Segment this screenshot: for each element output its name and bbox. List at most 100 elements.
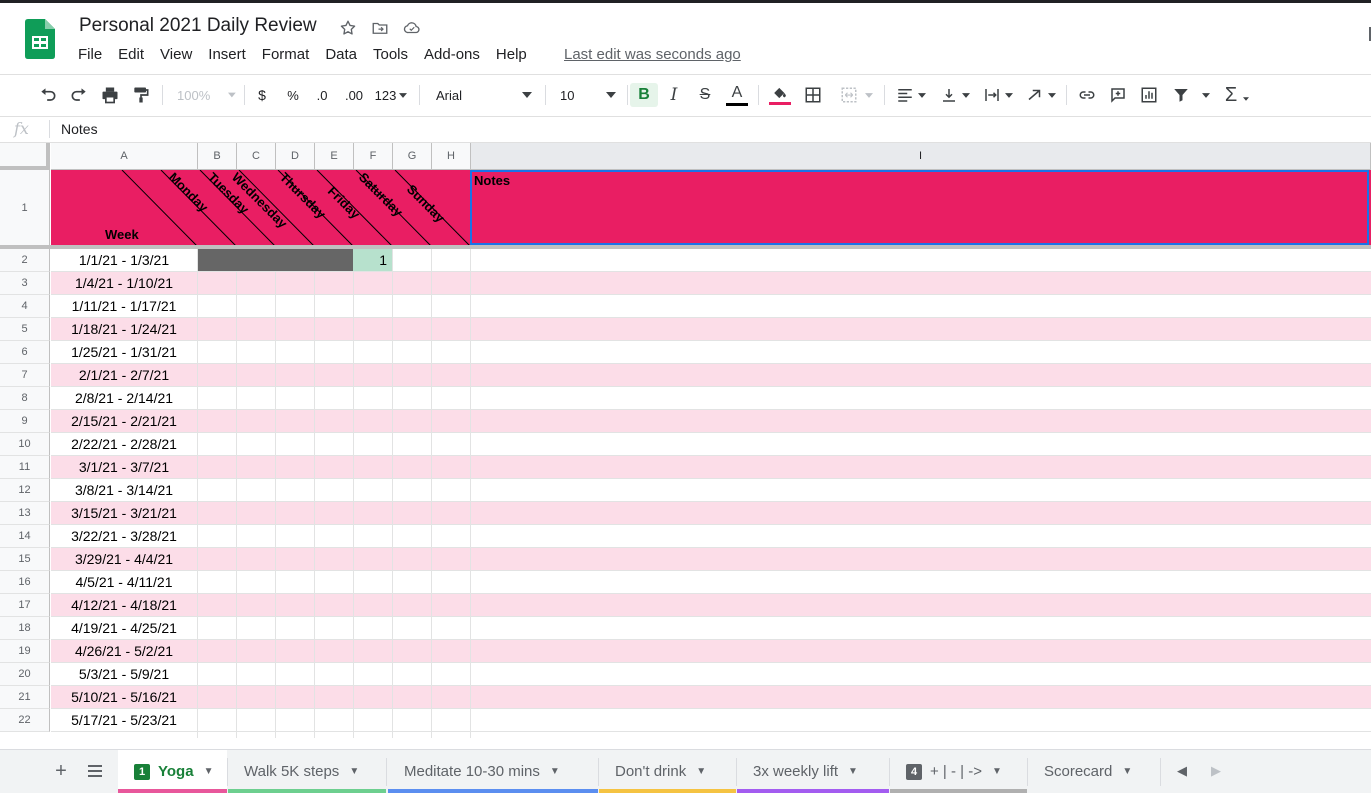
row-header[interactable]: 2	[0, 249, 50, 272]
week-cell[interactable]: 3/22/21 - 3/28/21	[51, 525, 197, 547]
menu-tools[interactable]: Tools	[373, 46, 408, 63]
table-row[interactable]: 1/4/21 - 1/10/21	[51, 272, 1371, 295]
week-cell[interactable]: 5/10/21 - 5/16/21	[51, 686, 197, 708]
row-header[interactable]: 7	[0, 364, 50, 387]
week-cell[interactable]: 2/22/21 - 2/28/21	[51, 433, 197, 455]
table-row[interactable]: 3/29/21 - 4/4/21	[51, 548, 1371, 571]
selected-cell-outline[interactable]	[470, 170, 1369, 245]
document-title[interactable]: Personal 2021 Daily Review	[79, 15, 317, 37]
column-header-e[interactable]: E	[315, 143, 354, 170]
zoom-select[interactable]: 100%	[170, 83, 236, 107]
week-cell[interactable]: 4/12/21 - 4/18/21	[51, 594, 197, 616]
chevron-down-icon[interactable]: ▼	[204, 766, 214, 777]
sheet-tab[interactable]: 4 + | - | -> ▼	[890, 750, 1027, 793]
strikethrough-button[interactable]: S	[693, 83, 717, 107]
week-cell[interactable]: 1/4/21 - 1/10/21	[51, 272, 197, 294]
menu-view[interactable]: View	[160, 46, 192, 63]
sheet-tab[interactable]: 3x weekly lift ▼	[737, 750, 889, 793]
sheet-tab[interactable]: Don't drink ▼	[599, 750, 736, 793]
borders-icon[interactable]	[801, 83, 825, 107]
row-header[interactable]: 11	[0, 456, 50, 479]
week-cell[interactable]: 4/5/21 - 4/11/21	[51, 571, 197, 593]
row-header[interactable]: 20	[0, 663, 50, 686]
week-cell[interactable]: 2/8/21 - 2/14/21	[51, 387, 197, 409]
table-row[interactable]: 1/11/21 - 1/17/21	[51, 295, 1371, 318]
row-header[interactable]: 10	[0, 433, 50, 456]
table-row[interactable]: 1/25/21 - 1/31/21	[51, 341, 1371, 364]
column-header-a[interactable]: A	[51, 143, 198, 170]
percent-button[interactable]: %	[283, 83, 303, 107]
table-row[interactable]: 4/5/21 - 4/11/21	[51, 571, 1371, 594]
week-cell[interactable]: 1/11/21 - 1/17/21	[51, 295, 197, 317]
week-cell[interactable]: 3/1/21 - 3/7/21	[51, 456, 197, 478]
increase-decimals-button[interactable]: .00	[340, 83, 368, 107]
row-header[interactable]: 12	[0, 479, 50, 502]
scroll-tabs-right-icon[interactable]: ▶	[1204, 760, 1228, 782]
row-header[interactable]: 21	[0, 686, 50, 709]
week-cell[interactable]: 1/18/21 - 1/24/21	[51, 318, 197, 340]
menu-format[interactable]: Format	[262, 46, 310, 63]
table-row[interactable]: 3/15/21 - 3/21/21	[51, 502, 1371, 525]
decrease-decimals-button[interactable]: .0	[311, 83, 333, 107]
font-size-select[interactable]: 10	[552, 83, 620, 107]
chevron-down-icon[interactable]: ▼	[349, 766, 359, 777]
week-cell[interactable]: 5/3/21 - 5/9/21	[51, 663, 197, 685]
bold-button[interactable]: B	[630, 83, 658, 107]
text-wrapping-icon[interactable]	[980, 83, 1016, 107]
column-header-c[interactable]: C	[237, 143, 276, 170]
menu-help[interactable]: Help	[496, 46, 527, 63]
week-cell[interactable]: 3/15/21 - 3/21/21	[51, 502, 197, 524]
row-header[interactable]: 9	[0, 410, 50, 433]
row-header[interactable]: 5	[0, 318, 50, 341]
unavailable-days-fill[interactable]	[198, 249, 353, 271]
sheet-tab[interactable]: Scorecard ▼	[1028, 750, 1160, 793]
vertical-align-icon[interactable]	[937, 83, 973, 107]
add-sheet-icon[interactable]: +	[49, 760, 73, 782]
move-folder-icon[interactable]	[369, 17, 391, 39]
week-cell[interactable]: 2/1/21 - 2/7/21	[51, 364, 197, 386]
column-header-g[interactable]: G	[393, 143, 432, 170]
table-row[interactable]: 5/17/21 - 5/23/21	[51, 709, 1371, 732]
paint-format-icon[interactable]	[129, 83, 153, 107]
select-all-corner[interactable]	[0, 143, 50, 170]
week-cell[interactable]: 4/19/21 - 4/25/21	[51, 617, 197, 639]
row-header[interactable]: 22	[0, 709, 50, 732]
column-header-i[interactable]: I	[471, 143, 1371, 170]
table-row[interactable]: 2/8/21 - 2/14/21	[51, 387, 1371, 410]
merge-cells-icon[interactable]	[834, 83, 878, 107]
undo-icon[interactable]	[36, 83, 60, 107]
row-header[interactable]: 13	[0, 502, 50, 525]
table-row[interactable]: 4/19/21 - 4/25/21	[51, 617, 1371, 640]
horizontal-align-icon[interactable]	[892, 83, 930, 107]
row-header[interactable]: 16	[0, 571, 50, 594]
table-row[interactable]: 2/15/21 - 2/21/21	[51, 410, 1371, 433]
row-header[interactable]: 17	[0, 594, 50, 617]
menu-edit[interactable]: Edit	[118, 46, 144, 63]
week-cell[interactable]: 2/15/21 - 2/21/21	[51, 410, 197, 432]
sheet-tab[interactable]: Walk 5K steps ▼	[228, 750, 386, 793]
formula-input[interactable]: Notes	[61, 121, 98, 137]
menu-file[interactable]: File	[78, 46, 102, 63]
week-cell[interactable]: 1/25/21 - 1/31/21	[51, 341, 197, 363]
week-cell[interactable]: 3/29/21 - 4/4/21	[51, 548, 197, 570]
all-sheets-icon[interactable]	[83, 760, 107, 782]
table-row[interactable]: 3/1/21 - 3/7/21	[51, 456, 1371, 479]
text-rotation-icon[interactable]	[1023, 83, 1059, 107]
star-icon[interactable]	[337, 17, 359, 39]
last-edit-link[interactable]: Last edit was seconds ago	[564, 46, 741, 63]
column-header-b[interactable]: B	[198, 143, 237, 170]
sheet-tab[interactable]: Meditate 10-30 mins ▼	[388, 750, 598, 793]
column-header-d[interactable]: D	[276, 143, 315, 170]
filter-icon[interactable]	[1168, 83, 1214, 107]
currency-button[interactable]: $	[252, 83, 272, 107]
chevron-down-icon[interactable]: ▼	[992, 766, 1002, 777]
row-header[interactable]: 6	[0, 341, 50, 364]
row-header[interactable]: 1	[0, 170, 50, 247]
day-header-sunday[interactable]: Sunday	[404, 182, 448, 226]
menu-insert[interactable]: Insert	[208, 46, 246, 63]
sheet-tab[interactable]: 1 Yoga ▼	[118, 750, 227, 793]
insert-chart-icon[interactable]	[1137, 83, 1161, 107]
table-row[interactable]: 3/8/21 - 3/14/21	[51, 479, 1371, 502]
fill-color-icon[interactable]	[767, 83, 793, 107]
day-header-monday[interactable]: Monday	[166, 170, 212, 215]
